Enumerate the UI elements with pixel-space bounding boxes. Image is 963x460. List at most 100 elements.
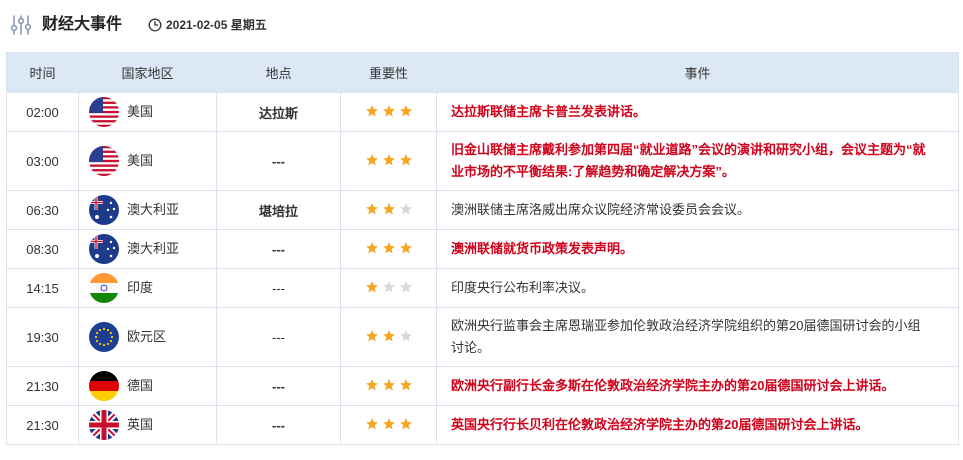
star-filled-icon: [399, 378, 413, 392]
table-row: 03:00 美国 --- 旧金山联储主席戴利参加第四届“就业道路”会议的演讲和研究小组…: [6, 131, 959, 191]
event-importance: [340, 307, 437, 367]
event-description: 英国央行行长贝利在伦敦政治经济学院主办的第20届德国研讨会上讲话。: [436, 405, 959, 445]
table-row: 06:30 澳大利亚 堪培拉 澳洲联储主席洛威出席众议院经济常设委员会会议。: [6, 190, 959, 230]
event-location: ---: [216, 366, 341, 406]
event-country: 美国: [78, 92, 217, 132]
country-name: 德国: [127, 378, 154, 393]
table-row: 21:30 德国 --- 欧洲央行副行长金多斯在伦敦政治经济学院主办的第20届德国研讨…: [6, 366, 959, 406]
gb-flag-icon: [89, 410, 119, 440]
event-country: 德国: [78, 366, 217, 406]
event-importance: [340, 268, 437, 308]
column-header-time: 时间: [6, 52, 79, 93]
page-header: 财经大事件 2021-02-05 星期五: [0, 0, 963, 52]
table-row: 21:30 英国 --- 英国央行行长贝利在伦敦政治经济学院主办的第20届德国研讨会上…: [6, 405, 959, 445]
event-description: 旧金山联储主席戴利参加第四届“就业道路”会议的演讲和研究小组，会议主题为“就业市…: [436, 131, 959, 191]
column-header-event: 事件: [436, 52, 959, 93]
country-name: 英国: [127, 417, 154, 432]
star-filled-icon: [365, 378, 379, 392]
table-row: 08:30 澳大利亚 --- 澳洲联储就货币政策发表声明。: [6, 229, 959, 269]
star-filled-icon: [382, 104, 396, 118]
event-time: 21:30: [6, 405, 79, 445]
sliders-icon: [10, 15, 32, 35]
star-filled-icon: [399, 241, 413, 255]
country-name: 澳大利亚: [127, 241, 180, 256]
star-filled-icon: [382, 378, 396, 392]
event-time: 14:15: [6, 268, 79, 308]
country-name: 美国: [127, 153, 154, 168]
event-description: 澳洲联储就货币政策发表声明。: [436, 229, 959, 269]
us-flag-icon: [89, 97, 119, 127]
de-flag-icon: [89, 371, 119, 401]
event-importance: [340, 131, 437, 191]
event-time: 02:00: [6, 92, 79, 132]
event-country: 欧元区: [78, 307, 217, 367]
importance-stars: [365, 104, 413, 118]
star-filled-icon: [399, 153, 413, 167]
event-description: 欧洲央行监事会主席恩瑞亚参加伦敦政治经济学院组织的第20届德国研讨会的小组讨论。: [436, 307, 959, 367]
event-country: 印度: [78, 268, 217, 308]
event-time: 03:00: [6, 131, 79, 191]
event-location: ---: [216, 268, 341, 308]
event-time: 19:30: [6, 307, 79, 367]
table-row: 19:30 欧元区 --- 欧洲央行监事会主席恩瑞亚参加伦敦政治经济学院组织的第20届…: [6, 307, 959, 367]
country-name: 欧元区: [127, 329, 167, 344]
table-row: 14:15 印度 --- 印度央行公布利率决议。: [6, 268, 959, 308]
country-name: 美国: [127, 104, 154, 119]
star-empty-icon: [399, 280, 413, 294]
event-location: 堪培拉: [216, 190, 341, 230]
column-header-importance: 重要性: [340, 52, 437, 93]
star-filled-icon: [382, 417, 396, 431]
event-country: 澳大利亚: [78, 190, 217, 230]
au-flag-icon: [89, 234, 119, 264]
table-header-row: 时间 国家地区 地点 重要性 事件: [6, 52, 959, 93]
event-importance: [340, 190, 437, 230]
event-location: 达拉斯: [216, 92, 341, 132]
eu-flag-icon: [89, 322, 119, 352]
au-flag-icon: [89, 195, 119, 225]
event-time: 06:30: [6, 190, 79, 230]
star-filled-icon: [365, 202, 379, 216]
event-importance: [340, 92, 437, 132]
event-time: 21:30: [6, 366, 79, 406]
event-description: 达拉斯联储主席卡普兰发表讲话。: [436, 92, 959, 132]
star-filled-icon: [365, 153, 379, 167]
event-location: ---: [216, 405, 341, 445]
event-location: ---: [216, 229, 341, 269]
in-flag-icon: [89, 273, 119, 303]
star-filled-icon: [382, 202, 396, 216]
star-filled-icon: [365, 241, 379, 255]
star-filled-icon: [399, 104, 413, 118]
star-empty-icon: [382, 280, 396, 294]
event-importance: [340, 366, 437, 406]
current-date: 2021-02-05 星期五: [166, 18, 267, 32]
star-filled-icon: [365, 329, 379, 343]
star-filled-icon: [382, 329, 396, 343]
star-filled-icon: [365, 280, 379, 294]
event-description: 印度央行公布利率决议。: [436, 268, 959, 308]
event-location: ---: [216, 131, 341, 191]
star-filled-icon: [365, 417, 379, 431]
event-description: 欧洲央行副行长金多斯在伦敦政治经济学院主办的第20届德国研讨会上讲话。: [436, 366, 959, 406]
importance-stars: [365, 202, 413, 216]
event-importance: [340, 405, 437, 445]
event-importance: [340, 229, 437, 269]
page-title: 财经大事件: [42, 16, 123, 33]
star-empty-icon: [399, 329, 413, 343]
importance-stars: [365, 280, 413, 294]
importance-stars: [365, 329, 413, 343]
star-filled-icon: [399, 417, 413, 431]
importance-stars: [365, 417, 413, 431]
event-country: 澳大利亚: [78, 229, 217, 269]
star-filled-icon: [382, 241, 396, 255]
importance-stars: [365, 378, 413, 392]
star-filled-icon: [365, 104, 379, 118]
event-country: 英国: [78, 405, 217, 445]
event-country: 美国: [78, 131, 217, 191]
country-name: 印度: [127, 280, 154, 295]
column-header-country: 国家地区: [78, 52, 217, 93]
importance-stars: [365, 153, 413, 167]
column-header-location: 地点: [216, 52, 341, 93]
table-row: 02:00 美国 达拉斯 达拉斯联储主席卡普兰发表讲话。: [6, 92, 959, 132]
clock-icon: [148, 18, 162, 32]
star-empty-icon: [399, 202, 413, 216]
